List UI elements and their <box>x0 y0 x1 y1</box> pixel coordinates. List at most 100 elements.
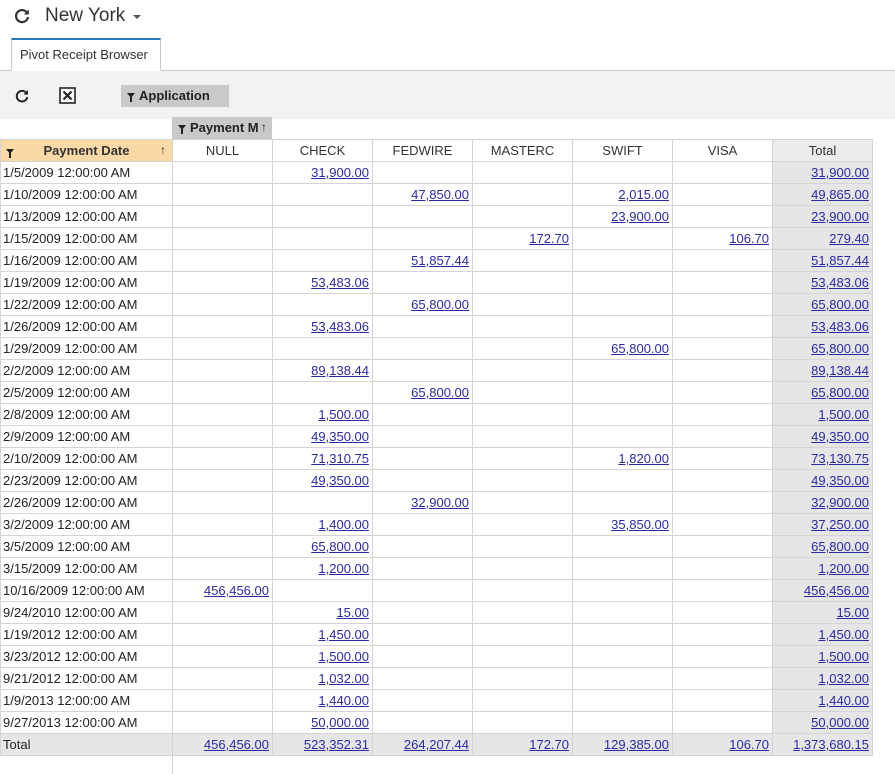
refresh-icon[interactable] <box>13 7 31 25</box>
amount-link[interactable]: 89,138.44 <box>311 363 369 378</box>
amount-link[interactable]: 53,483.06 <box>311 275 369 290</box>
amount-link[interactable]: 106.70 <box>729 737 769 752</box>
value-cell <box>472 623 573 646</box>
amount-link[interactable]: 1,032.00 <box>318 671 369 686</box>
amount-link[interactable]: 47,850.00 <box>411 187 469 202</box>
amount-link[interactable]: 1,032.00 <box>818 671 869 686</box>
payment-date-cell: 1/16/2009 12:00:00 AM <box>0 249 173 272</box>
amount-link[interactable]: 523,352.31 <box>304 737 369 752</box>
payment-date-cell: 2/8/2009 12:00:00 AM <box>0 403 173 426</box>
amount-link[interactable]: 1,500.00 <box>318 407 369 422</box>
amount-link[interactable]: 65,800.00 <box>611 341 669 356</box>
amount-link[interactable]: 456,456.00 <box>204 583 269 598</box>
refresh-icon[interactable] <box>14 88 30 104</box>
column-header-masterc[interactable]: MASTERC <box>472 139 573 162</box>
amount-link[interactable]: 50,000.00 <box>811 715 869 730</box>
amount-link[interactable]: 1,450.00 <box>318 627 369 642</box>
amount-link[interactable]: 65,800.00 <box>811 385 869 400</box>
payment-date-cell: 1/19/2012 12:00:00 AM <box>0 623 173 646</box>
amount-link[interactable]: 2,015.00 <box>618 187 669 202</box>
amount-link[interactable]: 172.70 <box>529 737 569 752</box>
amount-link[interactable]: 1,440.00 <box>818 693 869 708</box>
amount-link[interactable]: 1,373,680.15 <box>793 737 869 752</box>
amount-link[interactable]: 456,456.00 <box>804 583 869 598</box>
column-header-check[interactable]: CHECK <box>272 139 373 162</box>
amount-link[interactable]: 32,900.00 <box>411 495 469 510</box>
payment-method-column-field[interactable]: Payment M ↑ <box>172 117 272 139</box>
column-header-null[interactable]: NULL <box>172 139 273 162</box>
value-cell <box>172 469 273 492</box>
amount-link[interactable]: 49,350.00 <box>811 429 869 444</box>
amount-link[interactable]: 1,820.00 <box>618 451 669 466</box>
amount-link[interactable]: 49,350.00 <box>311 429 369 444</box>
amount-link[interactable]: 71,310.75 <box>311 451 369 466</box>
amount-link[interactable]: 32,900.00 <box>811 495 869 510</box>
amount-link[interactable]: 37,250.00 <box>811 517 869 532</box>
amount-link[interactable]: 172.70 <box>529 231 569 246</box>
amount-link[interactable]: 1,500.00 <box>818 649 869 664</box>
amount-link[interactable]: 279.40 <box>829 231 869 246</box>
amount-link[interactable]: 53,483.06 <box>811 319 869 334</box>
amount-link[interactable]: 1,500.00 <box>318 649 369 664</box>
amount-link[interactable]: 65,800.00 <box>811 539 869 554</box>
amount-link[interactable]: 65,800.00 <box>311 539 369 554</box>
row-total-cell: 15.00 <box>772 601 873 624</box>
amount-link[interactable]: 23,900.00 <box>811 209 869 224</box>
amount-link[interactable]: 31,900.00 <box>311 165 369 180</box>
row-total-cell: 1,450.00 <box>772 623 873 646</box>
amount-link[interactable]: 31,900.00 <box>811 165 869 180</box>
sort-ascending-icon[interactable]: ↑ <box>261 120 267 134</box>
amount-link[interactable]: 106.70 <box>729 231 769 246</box>
amount-link[interactable]: 264,207.44 <box>404 737 469 752</box>
value-cell <box>272 293 373 316</box>
amount-link[interactable]: 49,865.00 <box>811 187 869 202</box>
amount-link[interactable]: 1,200.00 <box>318 561 369 576</box>
value-cell <box>472 293 573 316</box>
column-header-fedwire[interactable]: FEDWIRE <box>372 139 473 162</box>
amount-link[interactable]: 1,450.00 <box>818 627 869 642</box>
sort-ascending-icon[interactable]: ↑ <box>160 143 166 157</box>
amount-link[interactable]: 1,400.00 <box>318 517 369 532</box>
chevron-down-icon[interactable] <box>133 15 141 19</box>
payment-date-cell: 9/24/2010 12:00:00 AM <box>0 601 173 624</box>
column-header-swift[interactable]: SWIFT <box>572 139 673 162</box>
value-cell <box>372 535 473 558</box>
value-cell <box>472 315 573 338</box>
page-title[interactable]: New York <box>45 5 125 27</box>
amount-link[interactable]: 23,900.00 <box>611 209 669 224</box>
column-header-visa[interactable]: VISA <box>672 139 773 162</box>
amount-link[interactable]: 456,456.00 <box>204 737 269 752</box>
value-cell <box>472 689 573 712</box>
amount-link[interactable]: 65,800.00 <box>411 385 469 400</box>
amount-link[interactable]: 35,850.00 <box>611 517 669 532</box>
export-excel-icon[interactable] <box>59 87 76 104</box>
amount-link[interactable]: 15.00 <box>836 605 869 620</box>
payment-date-row-field[interactable]: Payment Date ↑ <box>0 139 173 162</box>
value-cell: 65,800.00 <box>372 381 473 404</box>
amount-link[interactable]: 65,800.00 <box>811 341 869 356</box>
value-cell <box>472 667 573 690</box>
amount-link[interactable]: 65,800.00 <box>811 297 869 312</box>
amount-link[interactable]: 51,857.44 <box>811 253 869 268</box>
value-cell: 172.70 <box>472 733 573 756</box>
amount-link[interactable]: 89,138.44 <box>811 363 869 378</box>
payment-date-cell: 1/9/2013 12:00:00 AM <box>0 689 173 712</box>
value-cell <box>672 381 773 404</box>
amount-link[interactable]: 53,483.06 <box>811 275 869 290</box>
amount-link[interactable]: 53,483.06 <box>311 319 369 334</box>
amount-link[interactable]: 50,000.00 <box>311 715 369 730</box>
amount-link[interactable]: 1,200.00 <box>818 561 869 576</box>
amount-link[interactable]: 1,440.00 <box>318 693 369 708</box>
amount-link[interactable]: 73,130.75 <box>811 451 869 466</box>
amount-link[interactable]: 1,500.00 <box>818 407 869 422</box>
payment-date-cell: 1/19/2009 12:00:00 AM <box>0 271 173 294</box>
amount-link[interactable]: 49,350.00 <box>811 473 869 488</box>
amount-link[interactable]: 65,800.00 <box>411 297 469 312</box>
amount-link[interactable]: 51,857.44 <box>411 253 469 268</box>
tab-pivot-receipt-browser[interactable]: Pivot Receipt Browser <box>11 38 161 71</box>
amount-link[interactable]: 15.00 <box>336 605 369 620</box>
amount-link[interactable]: 129,385.00 <box>604 737 669 752</box>
column-header-total[interactable]: Total <box>772 139 873 162</box>
application-filter-field[interactable]: Application <box>121 85 229 107</box>
amount-link[interactable]: 49,350.00 <box>311 473 369 488</box>
